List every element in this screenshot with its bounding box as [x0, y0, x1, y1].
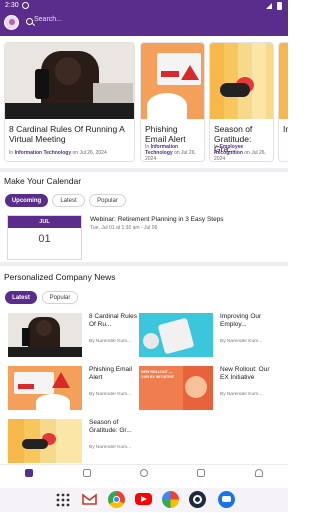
list-item[interactable]: NEW ROLLOUT — OUR EX INITIATIVE New Roll… [139, 366, 277, 410]
home-icon [25, 469, 33, 477]
news-section-title: Personalized Company News [4, 272, 116, 282]
featured-card[interactable]: In [278, 42, 288, 162]
news-thumbnail [139, 313, 213, 357]
sites-icon [197, 469, 205, 477]
avatar[interactable] [4, 15, 19, 30]
youtube-icon[interactable] [135, 493, 152, 505]
meta-prefix: In [9, 150, 14, 156]
tab-popular[interactable]: Popular [89, 194, 126, 207]
feed-icon [83, 469, 91, 477]
featured-carousel[interactable]: 8 Cardinal Rules Of Running A Virtual Me… [0, 40, 288, 166]
featured-meta: In Information Technology on Jul 26, 202… [145, 144, 201, 161]
event-title[interactable]: Webinar: Retirement Planning in 3 Easy S… [90, 216, 224, 223]
news-byline: By Narender Kum... [220, 339, 263, 344]
system-dock [0, 488, 288, 512]
nav-people[interactable]: People [124, 467, 164, 492]
nav-feed[interactable]: Feed [67, 467, 107, 492]
event-month: JUL [8, 216, 81, 228]
signal-icon [266, 3, 272, 9]
featured-meta: In Employee Recognition on Jul 26, 2024 [214, 144, 270, 161]
featured-image-partial [279, 43, 288, 119]
app-drawer-icon[interactable] [56, 493, 70, 507]
search-input[interactable]: Search... [34, 16, 274, 28]
list-item[interactable]: Improving Our Employ... By Narender Kum.… [139, 313, 277, 357]
featured-image-gratitude [210, 43, 273, 119]
tab-latest[interactable]: Latest [52, 194, 85, 207]
people-icon [140, 469, 148, 477]
featured-title: Phishing Email Alert [145, 124, 186, 144]
news-title: 8 Cardinal Rules Of Ru... [89, 313, 138, 328]
news-thumbnail [8, 313, 82, 357]
featured-title: 8 Cardinal Rules Of Running A Virtual Me… [9, 124, 125, 144]
news-thumbnail [8, 366, 82, 410]
messages-icon[interactable] [218, 491, 235, 508]
status-time: 2:30 [5, 2, 19, 9]
featured-meta: In Information Technology on Jul 26, 202… [9, 150, 131, 156]
event-time: Tue, Jul 01 at 1:30 am - Jul 06 [90, 225, 158, 231]
status-bar: 2:30 [0, 0, 288, 12]
meta-category[interactable]: Employee Recognition [214, 144, 243, 156]
app-bar: 2:30 Search... [0, 0, 288, 36]
news-byline: By Narender Kum... [89, 392, 132, 397]
meta-date: on Jul 26, 2024 [72, 150, 107, 156]
chrome-icon[interactable] [108, 491, 125, 508]
company-app-icon[interactable] [189, 491, 206, 508]
calendar-section-title: Make Your Calendar [4, 176, 82, 186]
news-title: Improving Our Employ... [220, 313, 262, 328]
news-byline: By Narender Kum... [89, 445, 132, 450]
list-item[interactable]: Season of Gratitude: Gr... By Narender K… [8, 419, 146, 463]
list-item[interactable]: 8 Cardinal Rules Of Ru... By Narender Ku… [8, 313, 146, 357]
bottom-navigation: Home Feed People Sites Notifications [0, 464, 288, 492]
section-divider [0, 168, 288, 172]
featured-card[interactable]: Season of Gratitude: Gra... In Employee … [209, 42, 274, 162]
news-byline: By Narender Kum... [89, 339, 132, 344]
tab-news-popular[interactable]: Popular [42, 291, 78, 304]
battery-icon [277, 2, 282, 10]
search-icon[interactable] [26, 18, 33, 25]
event-date-tile[interactable]: JUL 01 [7, 215, 82, 260]
nav-sites[interactable]: Sites [181, 467, 221, 492]
news-title: Season of Gratitude: Gr... [89, 419, 132, 434]
featured-card[interactable]: 8 Cardinal Rules Of Running A Virtual Me… [4, 42, 135, 162]
bell-icon [255, 469, 263, 477]
gmail-icon[interactable] [81, 491, 98, 508]
featured-image-podcast [5, 43, 134, 119]
featured-card[interactable]: Phishing Email Alert In Information Tech… [140, 42, 205, 162]
tab-news-latest[interactable]: Latest [5, 291, 37, 304]
list-item[interactable]: Phishing Email Alert By Narender Kum... [8, 366, 146, 410]
tab-upcoming[interactable]: Upcoming [5, 194, 48, 207]
nav-notifications[interactable]: Notifications [239, 467, 279, 492]
section-divider [0, 262, 288, 266]
meta-category[interactable]: Information Technology [15, 150, 72, 156]
status-notification-icon [22, 2, 29, 9]
featured-title: In [283, 124, 288, 134]
news-thumbnail: NEW ROLLOUT — OUR EX INITIATIVE [139, 366, 213, 410]
news-title: New Rollout: Our EX Initiative [220, 366, 270, 381]
news-thumbnail [8, 419, 82, 463]
news-byline: By Narender Kum... [220, 392, 263, 397]
thumb-caption: NEW ROLLOUT — OUR EX INITIATIVE [141, 370, 174, 379]
news-title: Phishing Email Alert [89, 366, 132, 381]
event-day: 01 [38, 233, 51, 245]
nav-home[interactable]: Home [9, 467, 49, 492]
featured-image-phishing [141, 43, 204, 119]
photos-icon[interactable] [162, 491, 179, 508]
